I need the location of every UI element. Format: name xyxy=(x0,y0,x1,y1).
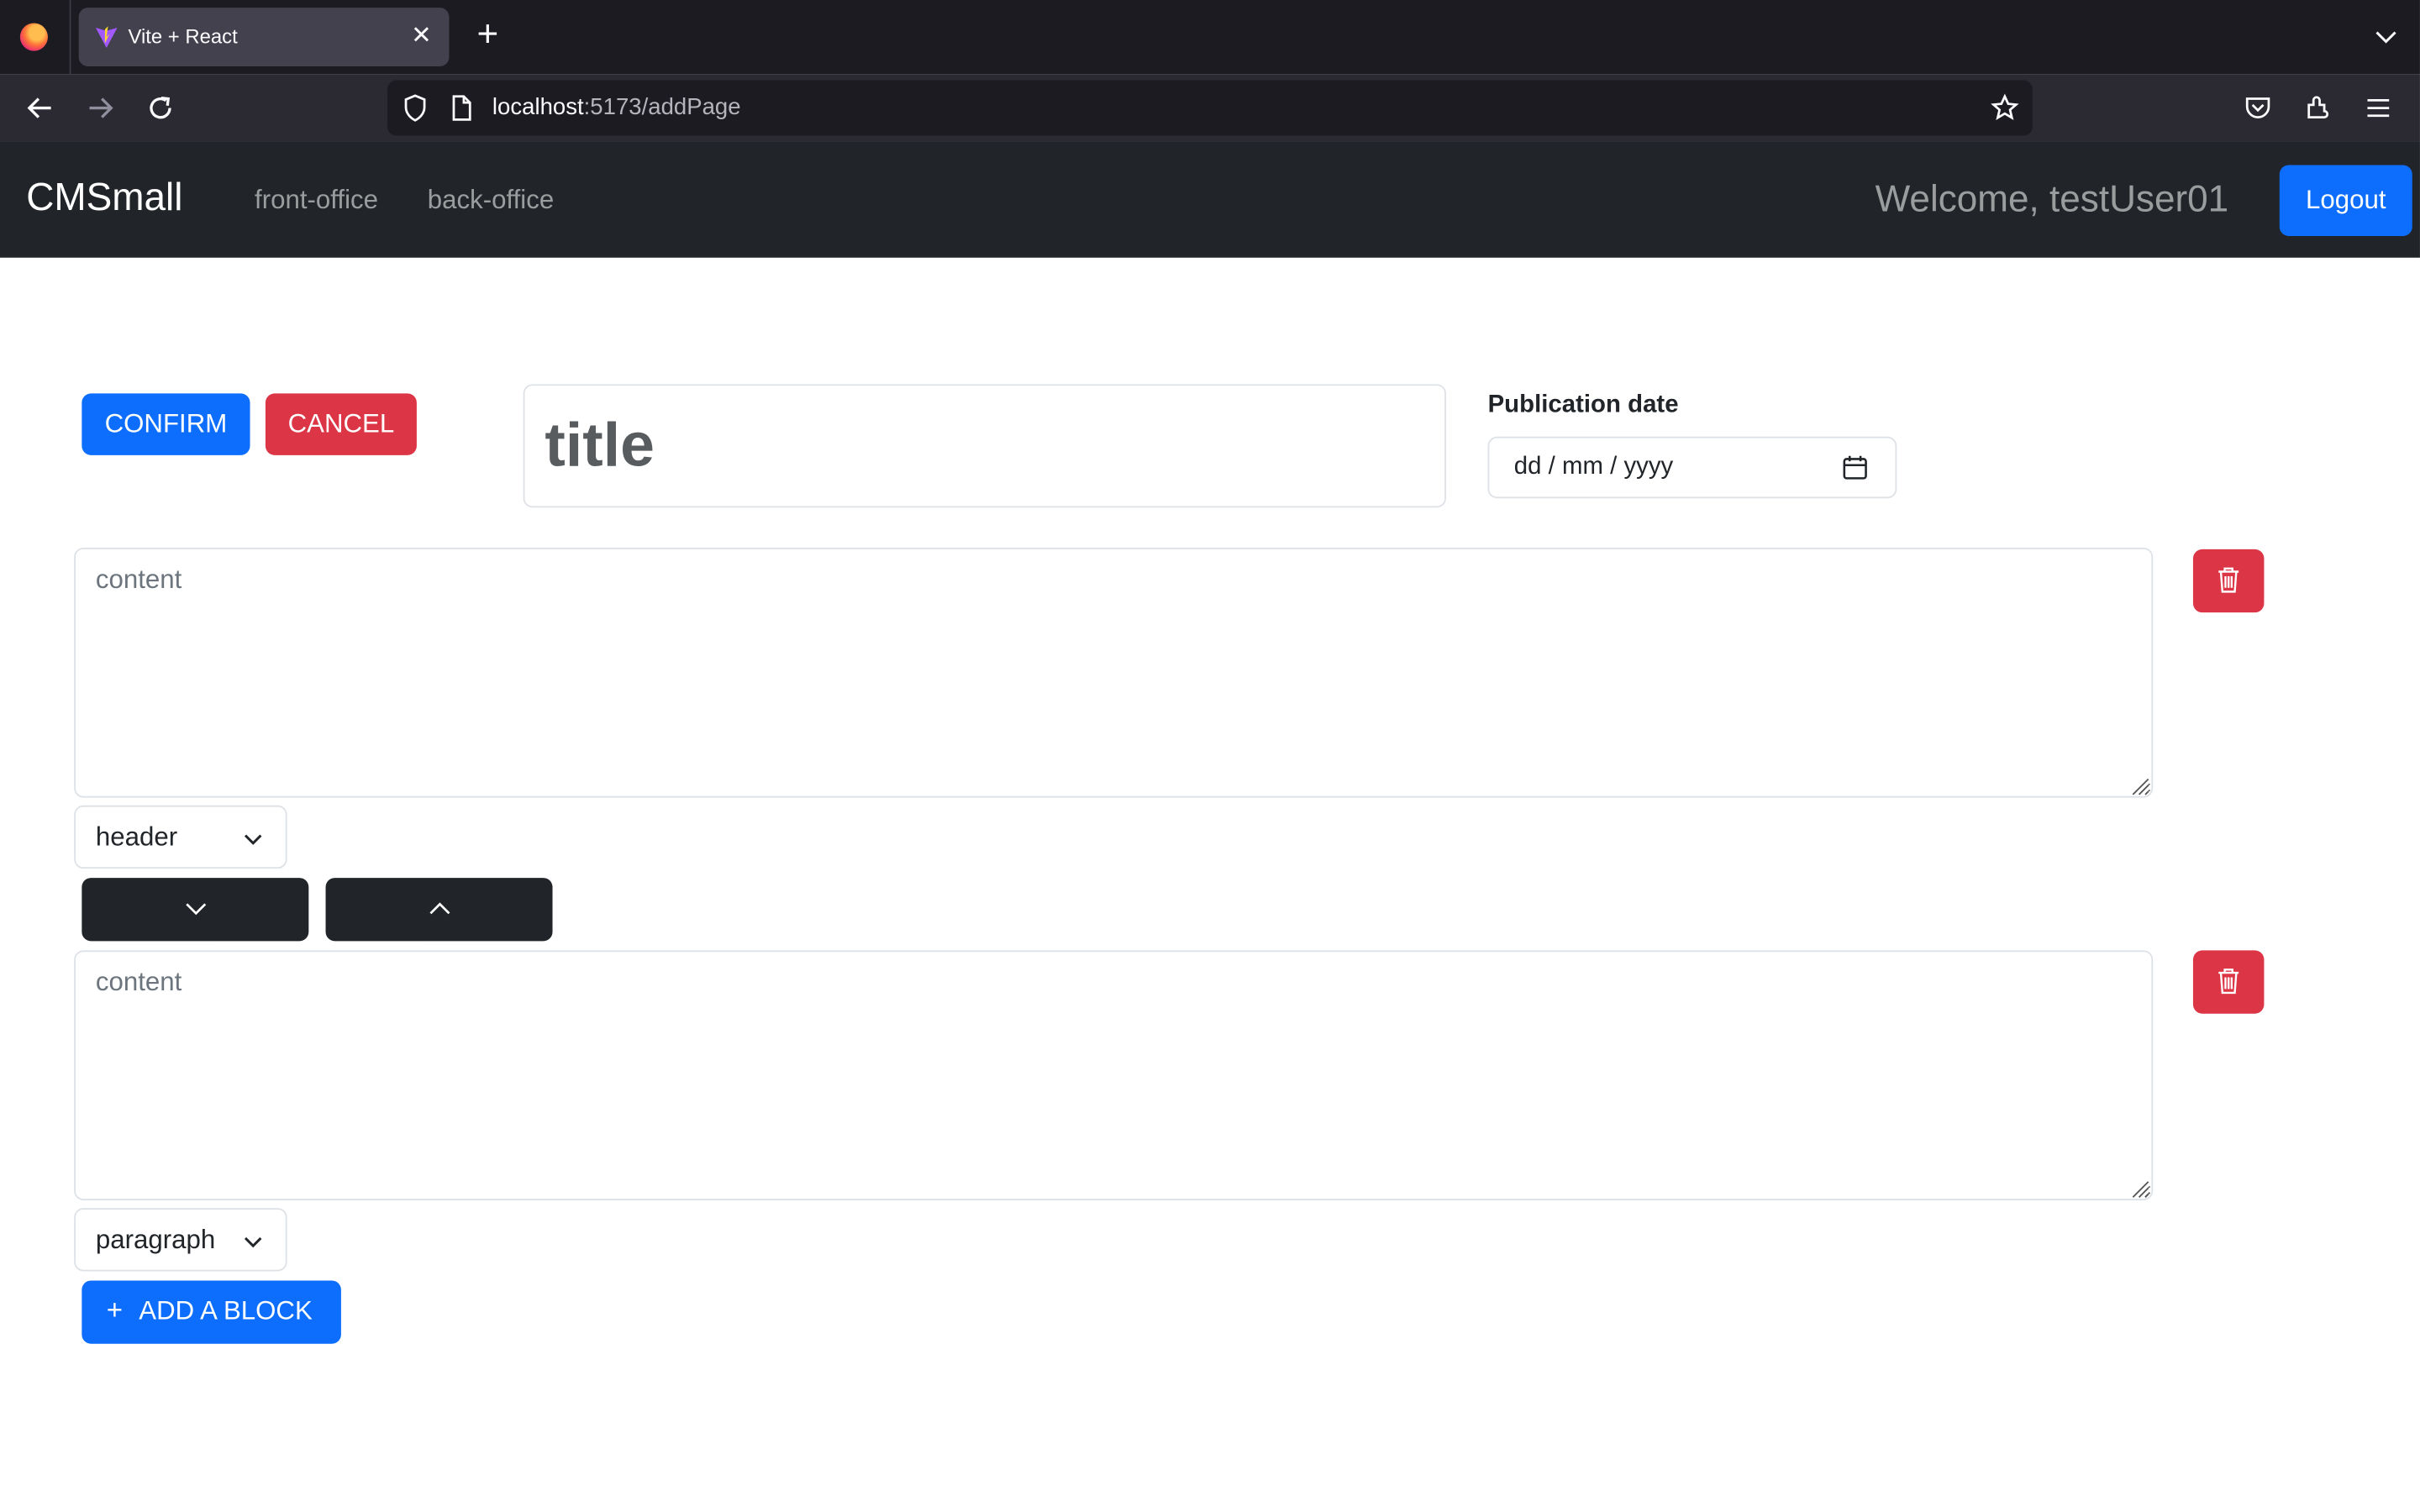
nav-link-front-office[interactable]: front-office xyxy=(255,185,378,216)
address-bar[interactable]: localhost:5173/addPage xyxy=(387,80,2033,136)
extensions-icon[interactable] xyxy=(2302,92,2333,123)
logout-button[interactable]: Logout xyxy=(2279,165,2412,237)
browser-tab[interactable]: Vite + React ✕ xyxy=(78,8,450,66)
resize-handle-icon[interactable] xyxy=(2128,774,2150,796)
close-tab-icon[interactable]: ✕ xyxy=(406,22,437,53)
shield-icon[interactable] xyxy=(400,92,431,123)
calendar-icon[interactable] xyxy=(1841,454,1869,481)
firefox-logo-icon[interactable] xyxy=(19,23,48,51)
chevron-down-icon[interactable] xyxy=(2370,22,2402,53)
chevron-down-icon xyxy=(244,834,262,845)
resize-handle-icon[interactable] xyxy=(2128,1177,2150,1199)
trash-icon xyxy=(2218,567,2239,593)
chevron-down-icon xyxy=(186,903,207,916)
page-icon[interactable] xyxy=(446,92,477,123)
chevron-down-icon xyxy=(244,1236,262,1248)
delete-block-button[interactable] xyxy=(2192,549,2265,613)
block-type-value: header xyxy=(95,822,178,852)
new-tab-icon[interactable]: + xyxy=(469,16,506,55)
move-block-down-button[interactable] xyxy=(82,878,309,942)
chevron-up-icon xyxy=(429,902,450,915)
brand-logo[interactable]: CMSmall xyxy=(26,176,182,220)
trash-icon xyxy=(2218,969,2239,995)
cancel-button[interactable]: CANCEL xyxy=(265,393,417,455)
reload-icon[interactable] xyxy=(142,90,179,127)
nav-link-back-office[interactable]: back-office xyxy=(428,185,554,216)
tab-title: Vite + React xyxy=(128,24,238,48)
browser-toolbar: localhost:5173/addPage xyxy=(0,74,2420,142)
browser-tab-bar: Vite + React ✕ + xyxy=(0,0,2420,75)
publication-date-label: Publication date xyxy=(1487,391,1679,418)
menu-icon[interactable] xyxy=(2363,92,2394,123)
delete-block-button[interactable] xyxy=(2192,950,2265,1014)
url-text: localhost:5173/addPage xyxy=(492,94,741,121)
block-type-value: paragraph xyxy=(95,1225,216,1255)
app-navbar: CMSmall front-office back-office Welcome… xyxy=(0,141,2420,258)
title-input[interactable] xyxy=(523,384,1446,508)
block-type-select[interactable]: header xyxy=(74,805,287,869)
forward-arrow-icon[interactable] xyxy=(82,90,118,127)
vite-favicon-icon xyxy=(95,26,118,48)
tab-separator xyxy=(69,0,71,75)
move-block-up-button[interactable] xyxy=(325,878,553,942)
pocket-icon[interactable] xyxy=(2243,92,2274,123)
block-content-textarea[interactable] xyxy=(74,950,2154,1200)
welcome-text: Welcome, testUser01 xyxy=(1875,179,2229,221)
bookmark-star-icon[interactable] xyxy=(1990,92,2021,123)
block-content-textarea[interactable] xyxy=(74,548,2154,798)
plus-icon: + xyxy=(106,1294,124,1326)
date-placeholder: dd / mm / yyyy xyxy=(1513,453,1674,480)
add-block-button[interactable]: + ADD A BLOCK xyxy=(82,1280,341,1344)
add-block-label: ADD A BLOCK xyxy=(139,1295,313,1326)
confirm-button[interactable]: CONFIRM xyxy=(82,393,250,455)
publication-date-input[interactable]: dd / mm / yyyy xyxy=(1487,436,1897,499)
back-arrow-icon[interactable] xyxy=(22,90,59,127)
block-type-select[interactable]: paragraph xyxy=(74,1208,287,1272)
